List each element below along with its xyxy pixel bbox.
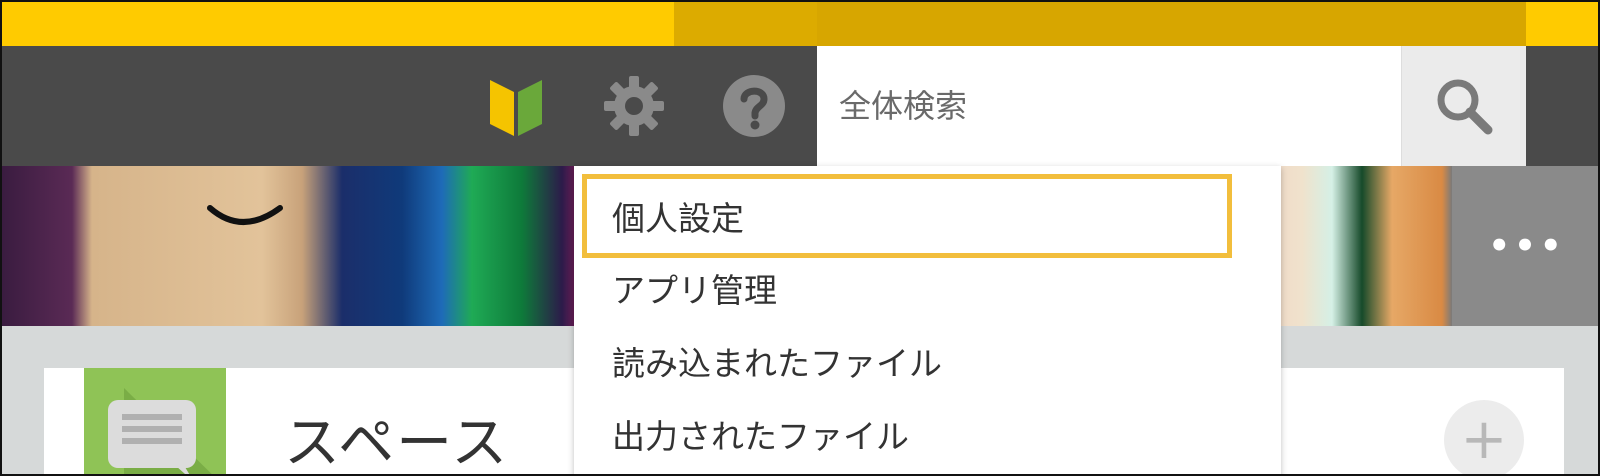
question-icon <box>723 75 785 137</box>
settings-dropdown-menu: 個人設定 アプリ管理 読み込まれたファイル 出力されたファイル <box>574 166 1281 474</box>
search-button[interactable] <box>1401 46 1526 166</box>
settings-button[interactable] <box>602 74 666 138</box>
beginner-mark-button[interactable] <box>484 74 548 138</box>
help-button[interactable] <box>722 74 786 138</box>
space-icon-tile <box>84 368 226 474</box>
global-search <box>817 46 1526 166</box>
search-icon <box>1437 79 1493 135</box>
plus-icon: + <box>1460 407 1508 472</box>
space-title: スペース <box>284 411 510 476</box>
menu-item-imported-files[interactable]: 読み込まれたファイル <box>582 319 1232 403</box>
more-icon: ••• <box>1488 226 1566 266</box>
app-frame: ••• スペース + 個人設定 アプリ管理 読み込まれたファイル <box>0 0 1600 476</box>
add-space-button[interactable]: + <box>1444 400 1524 474</box>
more-options-button[interactable]: ••• <box>1452 166 1598 326</box>
chat-bubble-icon <box>108 388 212 474</box>
menu-item-app-management[interactable]: アプリ管理 <box>582 246 1232 330</box>
pencil-smile-drawing <box>207 205 283 225</box>
search-input[interactable] <box>817 46 1402 166</box>
beginner-mark-icon <box>490 80 542 136</box>
menu-item-exported-files[interactable]: 出力されたファイル <box>582 392 1232 474</box>
top-bar-shadow-search <box>817 2 1526 46</box>
gear-icon <box>604 76 664 136</box>
top-bar <box>2 2 1598 46</box>
header <box>2 46 1598 166</box>
